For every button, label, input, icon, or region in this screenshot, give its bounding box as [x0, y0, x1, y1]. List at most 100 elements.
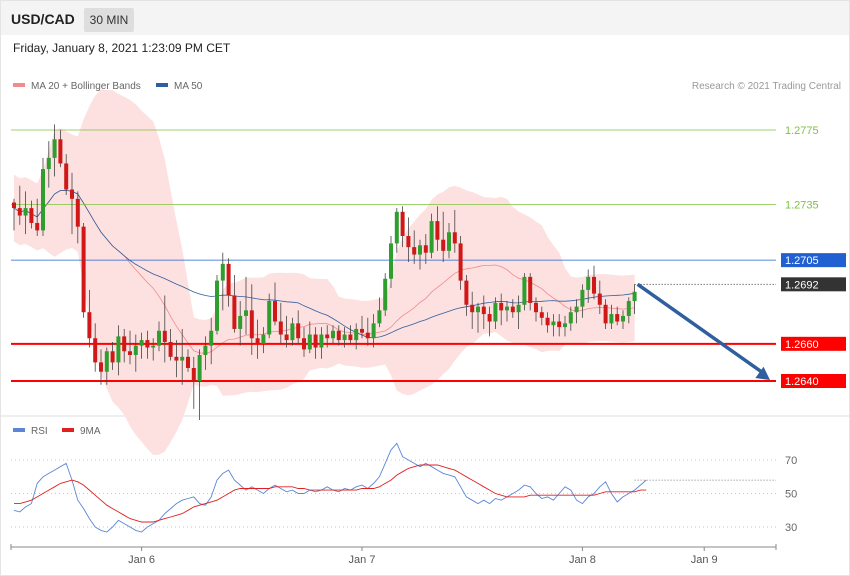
candle-body	[412, 247, 417, 255]
candle-body	[191, 367, 196, 381]
candle-body	[394, 211, 399, 244]
candle-body	[534, 302, 538, 313]
candle-body	[470, 304, 475, 313]
bollinger-band	[14, 89, 635, 455]
candle-body	[307, 334, 312, 350]
candle-body	[597, 293, 602, 305]
candle-body	[220, 263, 225, 281]
candle-body	[226, 263, 231, 296]
candle-body	[186, 356, 190, 368]
candle-body	[499, 302, 504, 311]
candle-body	[267, 301, 272, 335]
candle-body	[551, 321, 556, 326]
candle-body	[325, 334, 330, 339]
level-label-0: 1.2775	[785, 125, 819, 137]
candle-body	[510, 306, 515, 313]
candle-body	[632, 291, 637, 302]
candle-body	[441, 239, 446, 251]
candle-body	[568, 312, 573, 324]
candle-body	[365, 332, 370, 339]
rsi-tick-label: 70	[785, 455, 797, 467]
candle-body	[545, 317, 550, 326]
candle-body	[52, 139, 57, 158]
candle-body	[203, 345, 208, 355]
candle-body	[17, 208, 22, 216]
x-tick-label: Jan 8	[569, 554, 596, 566]
candle-body	[261, 334, 266, 344]
candle-body	[493, 302, 498, 322]
candle-body	[139, 340, 144, 346]
candle-body	[244, 310, 248, 316]
candle-body	[215, 280, 219, 331]
candle-body	[505, 306, 509, 311]
candle-body	[400, 211, 405, 236]
candle-body	[99, 362, 103, 372]
projection-arrow-line	[636, 282, 768, 377]
candle-body	[383, 278, 388, 311]
candle-body	[354, 328, 359, 341]
level-label-2: 1.2705	[785, 255, 819, 267]
candle-body	[157, 330, 161, 346]
candle-body	[429, 221, 434, 253]
candle-body	[435, 221, 440, 240]
candle-body	[278, 321, 283, 335]
candle-body	[458, 243, 463, 281]
candle-body	[319, 334, 324, 348]
candle-body	[58, 139, 63, 164]
candle-body	[29, 208, 34, 223]
candle-body	[116, 336, 121, 363]
candle-body	[46, 157, 51, 170]
level-label-1: 1.2735	[785, 199, 819, 211]
level-label-4: 1.2640	[785, 376, 819, 388]
candle-body	[528, 276, 533, 303]
candle-body	[539, 312, 544, 318]
candle-body	[110, 351, 115, 363]
x-tick-label: Jan 7	[349, 554, 376, 566]
candle-body	[481, 306, 486, 315]
candle-body	[452, 232, 457, 244]
candle-body	[406, 235, 411, 248]
candle-body	[162, 330, 167, 342]
candle-body	[516, 304, 521, 313]
candle-body	[603, 304, 608, 324]
candle-body	[574, 306, 579, 313]
candle-body	[81, 226, 86, 313]
candle-body	[423, 245, 428, 253]
candle-body	[615, 314, 620, 322]
candle-body	[255, 338, 260, 344]
candle-body	[284, 334, 289, 341]
candle-body	[35, 222, 40, 231]
candle-body	[377, 310, 382, 324]
candle-body	[232, 295, 237, 329]
candle-body	[586, 276, 591, 290]
candle-body	[70, 189, 74, 199]
last-price-label: 1.2692	[785, 279, 819, 291]
candle-body	[249, 310, 254, 339]
candle-body	[93, 338, 98, 363]
candle-body	[174, 356, 179, 361]
candle-body	[336, 330, 341, 341]
rsi-tick-label: 50	[785, 489, 797, 501]
candle-body	[522, 276, 527, 305]
candle-body	[342, 334, 347, 341]
candle-body	[133, 345, 138, 355]
candle-body	[557, 321, 562, 328]
price-chart[interactable]: 1.2775 1.2735 1.2705 1.2660 1.2640 1.2692 70 50…	[0, 0, 850, 576]
candle-body	[487, 314, 492, 322]
candle-body	[609, 314, 614, 324]
candle-body	[128, 351, 132, 355]
candle-body	[563, 323, 567, 328]
candle-body	[75, 198, 80, 227]
candle-body	[302, 338, 306, 350]
candle-body	[592, 276, 596, 294]
candle-body	[290, 323, 295, 341]
rsi-line	[13, 442, 647, 533]
candle-body	[151, 345, 156, 348]
candle-body	[273, 301, 277, 322]
candle-body	[87, 312, 92, 339]
candle-body	[104, 351, 109, 372]
candle-body	[23, 208, 28, 216]
candle-body	[209, 330, 214, 346]
candle-body	[122, 336, 127, 352]
candle-body	[41, 169, 45, 231]
